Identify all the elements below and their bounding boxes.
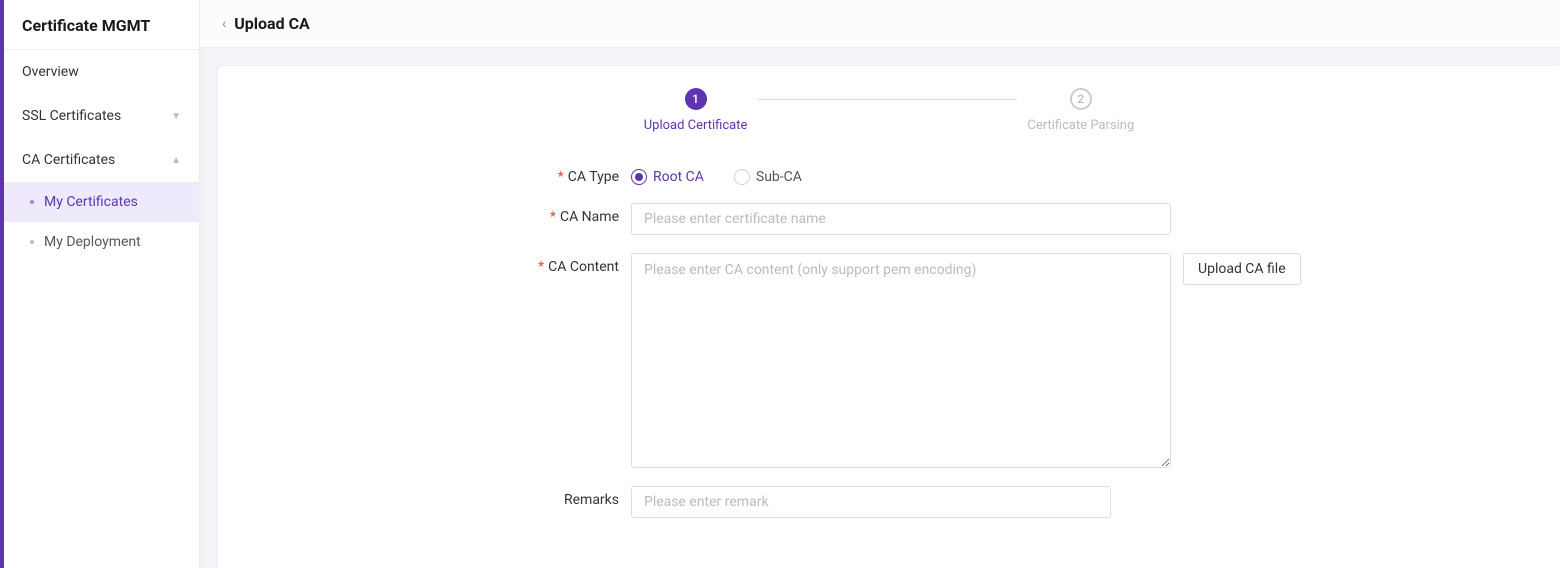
row-remarks: Remarks bbox=[399, 486, 1379, 518]
label-ca-name: *CA Name bbox=[399, 203, 619, 225]
step-1-circle: 1 bbox=[685, 88, 707, 110]
caret-up-icon: ▲ bbox=[171, 155, 181, 166]
step-2-label: Certificate Parsing bbox=[1027, 118, 1134, 133]
required-asterisk: * bbox=[550, 209, 556, 225]
page-title: Upload CA bbox=[234, 14, 310, 33]
step-2-circle: 2 bbox=[1070, 88, 1092, 110]
radio-label: Sub-CA bbox=[756, 169, 802, 185]
label-ca-content: *CA Content bbox=[399, 253, 619, 275]
sidebar: Certificate MGMT Overview SSL Certificat… bbox=[4, 0, 200, 568]
radio-circle-icon bbox=[734, 169, 750, 185]
sidebar-title: Certificate MGMT bbox=[4, 0, 199, 50]
ca-type-radio-group: Root CA Sub-CA bbox=[631, 163, 802, 185]
radio-label: Root CA bbox=[653, 169, 704, 185]
upload-ca-form: *CA Type Root CA Sub-CA bbox=[399, 163, 1379, 518]
row-ca-content: *CA Content Upload CA file bbox=[399, 253, 1379, 468]
required-asterisk: * bbox=[538, 259, 544, 275]
step-2: 2 Certificate Parsing bbox=[1027, 88, 1134, 133]
sub-item-my-certificates[interactable]: My Certificates bbox=[4, 182, 199, 222]
nav-item-label: Overview bbox=[22, 64, 79, 80]
remarks-input[interactable] bbox=[631, 486, 1111, 518]
sub-item-my-deployment[interactable]: My Deployment bbox=[4, 222, 199, 262]
bullet-icon bbox=[30, 240, 34, 244]
form-card: 1 Upload Certificate 2 Certificate Parsi… bbox=[218, 66, 1560, 568]
nav-item-ssl-certificates[interactable]: SSL Certificates ▼ bbox=[4, 94, 199, 138]
nav-item-ca-certificates[interactable]: CA Certificates ▲ bbox=[4, 138, 199, 182]
caret-down-icon: ▼ bbox=[171, 111, 181, 122]
row-ca-name: *CA Name bbox=[399, 203, 1379, 235]
sub-item-label: My Certificates bbox=[44, 194, 138, 210]
nav-item-label: CA Certificates bbox=[22, 152, 115, 168]
ca-name-input[interactable] bbox=[631, 203, 1171, 235]
label-ca-type: *CA Type bbox=[399, 163, 619, 185]
nav-item-label: SSL Certificates bbox=[22, 108, 121, 124]
label-remarks: Remarks bbox=[399, 486, 619, 508]
step-1: 1 Upload Certificate bbox=[644, 88, 748, 133]
page-header: ‹ Upload CA bbox=[200, 0, 1560, 48]
nav-item-overview[interactable]: Overview bbox=[4, 50, 199, 94]
step-1-label: Upload Certificate bbox=[644, 118, 748, 133]
step-connector bbox=[757, 99, 1017, 100]
row-ca-type: *CA Type Root CA Sub-CA bbox=[399, 163, 1379, 185]
radio-circle-icon bbox=[631, 169, 647, 185]
main-content: ‹ Upload CA 1 Upload Certificate 2 Certi… bbox=[200, 0, 1560, 568]
ca-content-textarea[interactable] bbox=[631, 253, 1171, 468]
stepper: 1 Upload Certificate 2 Certificate Parsi… bbox=[218, 88, 1560, 133]
back-chevron-icon[interactable]: ‹ bbox=[222, 16, 226, 32]
sub-item-label: My Deployment bbox=[44, 234, 141, 250]
radio-root-ca[interactable]: Root CA bbox=[631, 169, 704, 185]
required-asterisk: * bbox=[558, 169, 564, 185]
upload-ca-file-button[interactable]: Upload CA file bbox=[1183, 253, 1301, 285]
radio-sub-ca[interactable]: Sub-CA bbox=[734, 169, 802, 185]
bullet-icon bbox=[30, 200, 34, 204]
content-wrapper: 1 Upload Certificate 2 Certificate Parsi… bbox=[200, 48, 1560, 568]
